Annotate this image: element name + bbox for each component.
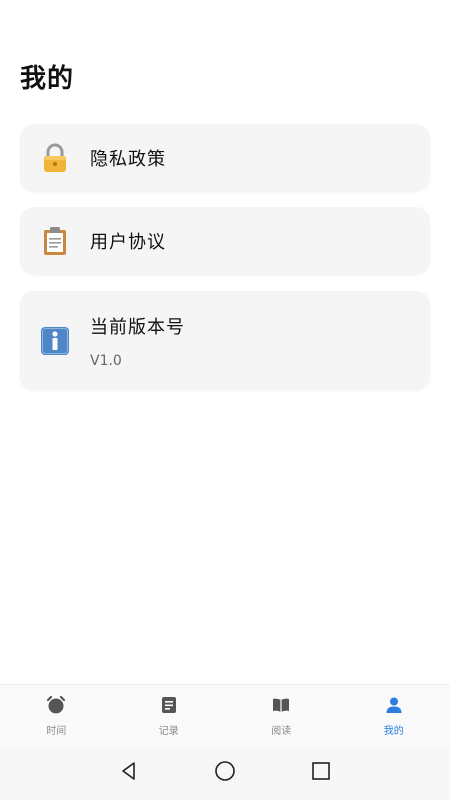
user-agreement-label: 用户协议 (90, 231, 166, 253)
clipboard-icon (40, 226, 70, 256)
privacy-policy-label: 隐私政策 (90, 148, 166, 170)
home-button[interactable] (177, 753, 273, 793)
book-icon (271, 695, 291, 719)
tab-records-label: 记录 (158, 725, 179, 737)
version-label: 当前版本号 (90, 316, 185, 338)
tab-records[interactable]: 记录 (113, 685, 226, 746)
tab-mine[interactable]: 我的 (338, 685, 450, 746)
page-title: 我的 (20, 64, 75, 94)
tab-mine-label: 我的 (383, 725, 404, 737)
tab-reading-label: 阅读 (271, 725, 292, 737)
version-item[interactable]: 当前版本号 V1.0 (20, 291, 430, 390)
home-icon (214, 760, 236, 786)
system-navigation-bar (0, 746, 450, 800)
back-icon (119, 761, 139, 785)
person-icon (384, 695, 404, 719)
back-button[interactable] (81, 753, 177, 793)
privacy-policy-item[interactable]: 隐私政策 (20, 124, 430, 191)
lock-icon (40, 143, 70, 173)
recents-button[interactable] (273, 753, 369, 793)
alarm-clock-icon (46, 695, 66, 719)
note-icon (159, 695, 179, 719)
user-agreement-item[interactable]: 用户协议 (20, 207, 430, 274)
recents-icon (311, 761, 331, 785)
bottom-tab-bar: 时间 记录 阅读 我的 (0, 684, 450, 746)
tab-time-label: 时间 (46, 725, 67, 737)
tab-time[interactable]: 时间 (0, 685, 113, 746)
version-value: V1.0 (90, 352, 122, 369)
info-icon (40, 326, 70, 356)
profile-page: 我的 隐私政策 用户协议 当前版本号 V1.0 时间 记录 阅读 我的 (0, 0, 450, 800)
tab-reading[interactable]: 阅读 (225, 685, 338, 746)
